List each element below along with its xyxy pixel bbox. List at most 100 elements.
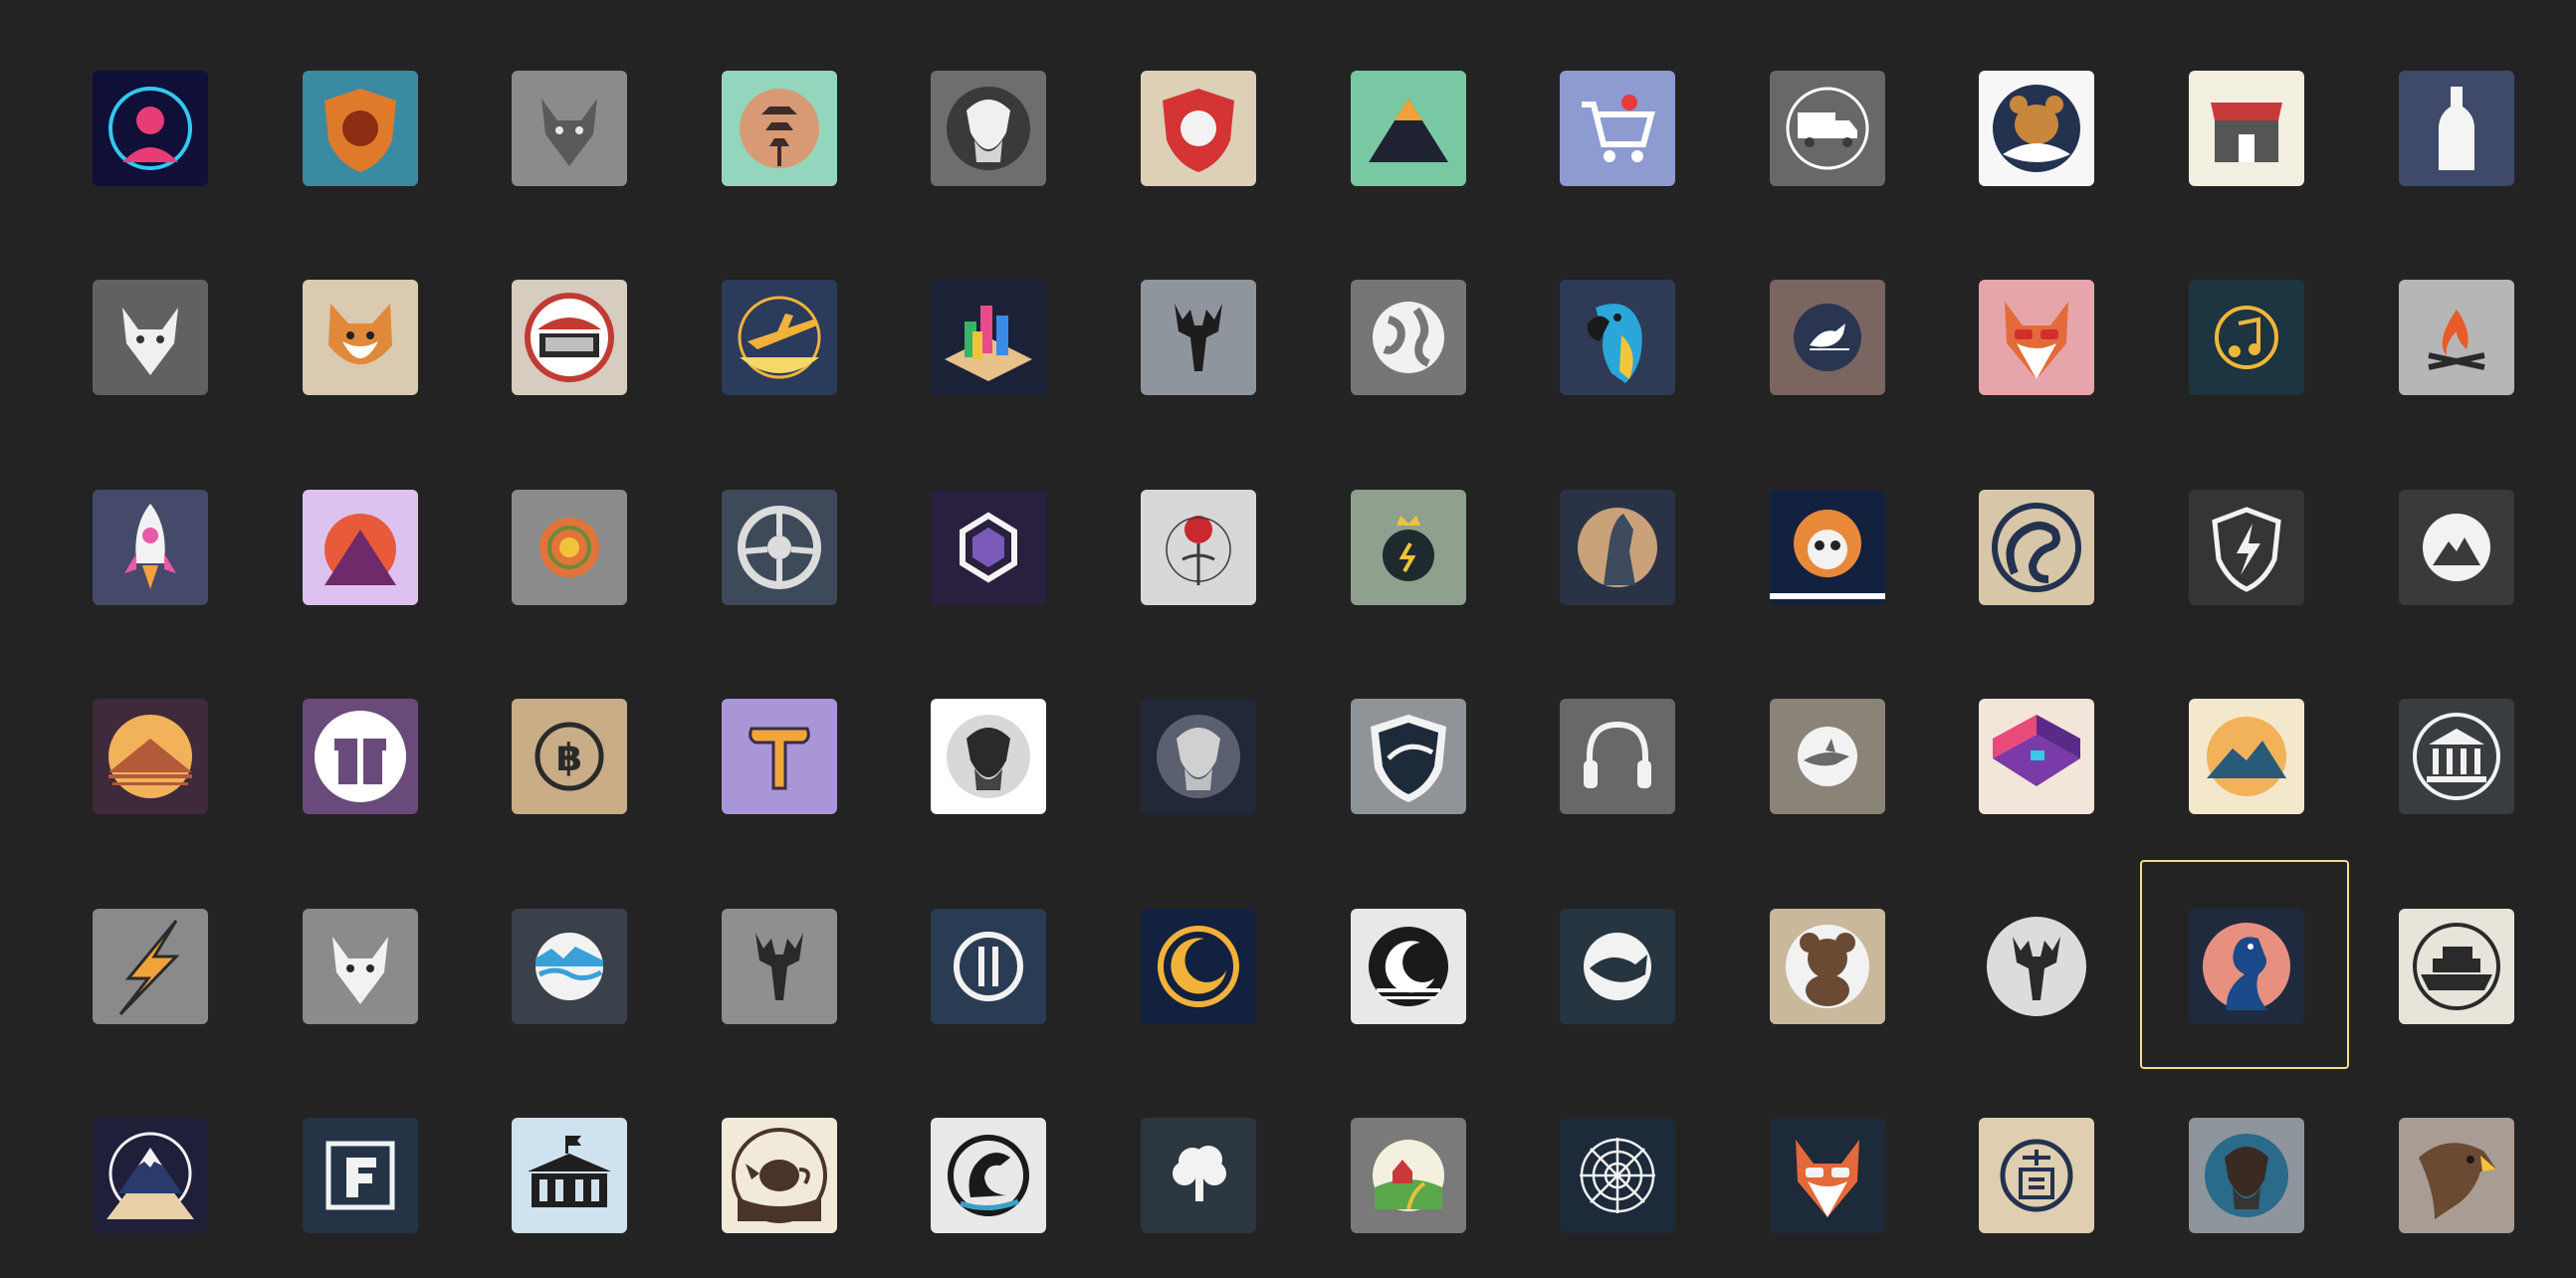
serpent-icon[interactable]: [1979, 490, 2094, 605]
gallery-cell[interactable]: [673, 231, 882, 440]
fox-mask-icon[interactable]: [93, 280, 208, 395]
sun-disc-icon[interactable]: [512, 490, 627, 605]
bottle-icon[interactable]: [2399, 71, 2514, 186]
gallery-cell[interactable]: [1930, 441, 2139, 650]
gallery-cell[interactable]: [1511, 650, 1720, 859]
bear-icon[interactable]: [1979, 71, 2094, 186]
mountain-sun-icon[interactable]: [2189, 699, 2304, 814]
truck-icon[interactable]: [1770, 71, 1885, 186]
gallery-cell[interactable]: [1721, 441, 1930, 650]
pause-circle-icon[interactable]: [931, 909, 1046, 1024]
gallery-cell[interactable]: [882, 650, 1091, 859]
gallery-cell[interactable]: [1721, 1069, 1930, 1278]
desert-sunset-icon[interactable]: [93, 699, 208, 814]
neon-portrait-icon[interactable]: [93, 71, 208, 186]
peacock-icon[interactable]: [2189, 909, 2304, 1024]
gallery-cell[interactable]: [1721, 650, 1930, 859]
gallery-cell[interactable]: [1302, 231, 1511, 440]
gallery-cell[interactable]: [882, 22, 1091, 231]
gallery-cell[interactable]: [44, 441, 253, 650]
gallery-cell[interactable]: [44, 860, 253, 1069]
gallery-cell[interactable]: [1511, 22, 1720, 231]
gallery-cell[interactable]: [254, 1069, 463, 1278]
gallery-cell[interactable]: [2140, 22, 2349, 231]
gallery-cell[interactable]: [673, 22, 882, 231]
waves-badge-icon[interactable]: [512, 909, 627, 1024]
gallery-cell[interactable]: [1511, 231, 1720, 440]
gallery-cell[interactable]: [1511, 860, 1720, 1069]
crest-shield-icon[interactable]: [1351, 699, 1466, 814]
gallery-cell[interactable]: [1302, 650, 1511, 859]
gallery-cell[interactable]: [254, 650, 463, 859]
gallery-cell[interactable]: [673, 650, 882, 859]
cruise-ship-icon[interactable]: [2399, 909, 2514, 1024]
gallery-cell[interactable]: [1511, 1069, 1720, 1278]
whale-icon[interactable]: [1560, 909, 1675, 1024]
dragon-icon[interactable]: [931, 1118, 1046, 1233]
gallery-cell[interactable]: [2350, 231, 2559, 440]
gallery-cell[interactable]: [2350, 441, 2559, 650]
gallery-cell[interactable]: [463, 860, 672, 1069]
gallery-cell[interactable]: [882, 231, 1091, 440]
gallery-cell[interactable]: [882, 1069, 1091, 1278]
rose-icon[interactable]: [1141, 490, 1256, 605]
gallery-cell[interactable]: [1092, 860, 1301, 1069]
steering-wheel-icon[interactable]: [722, 490, 837, 605]
wolf-outline-icon[interactable]: [303, 909, 418, 1024]
lightning-bolt-icon[interactable]: [93, 909, 208, 1024]
campfire-icon[interactable]: [2399, 280, 2514, 395]
crescent-ring-icon[interactable]: [1141, 909, 1256, 1024]
gallery-cell[interactable]: [44, 1069, 253, 1278]
gallery-cell[interactable]: [882, 441, 1091, 650]
shark-badge-icon[interactable]: [1770, 699, 1885, 814]
gift-icon[interactable]: [303, 699, 418, 814]
knight-bust-icon[interactable]: [1141, 699, 1256, 814]
bearded-warrior-icon[interactable]: [2189, 1118, 2304, 1233]
gallery-cell[interactable]: [1721, 231, 1930, 440]
gallery-cell[interactable]: [673, 1069, 882, 1278]
crown-coin-icon[interactable]: [1351, 490, 1466, 605]
gallery-cell[interactable]: [673, 860, 882, 1069]
gallery-cell[interactable]: [2140, 1069, 2349, 1278]
airplane-icon[interactable]: [722, 280, 837, 395]
gallery-cell[interactable]: [254, 231, 463, 440]
kanji-seal-icon[interactable]: [1979, 1118, 2094, 1233]
fox-sunglasses-icon[interactable]: [1979, 280, 2094, 395]
gallery-cell[interactable]: [1930, 650, 2139, 859]
gallery-cell[interactable]: [1092, 231, 1301, 440]
isometric-city-icon[interactable]: [931, 280, 1046, 395]
gallery-cell[interactable]: [1721, 860, 1930, 1069]
eagle-head-icon[interactable]: [2399, 1118, 2514, 1233]
gallery-cell[interactable]: [254, 22, 463, 231]
gallery-cell[interactable]: [1930, 860, 2139, 1069]
stag-head-icon[interactable]: [722, 909, 837, 1024]
isometric-room-icon[interactable]: [1979, 699, 2094, 814]
museum-building-icon[interactable]: [512, 1118, 627, 1233]
stadium-icon[interactable]: [512, 280, 627, 395]
gallery-cell[interactable]: [1302, 860, 1511, 1069]
tree-icon[interactable]: [1141, 1118, 1256, 1233]
sunset-peak-icon[interactable]: [303, 490, 418, 605]
gallery-cell[interactable]: [1092, 22, 1301, 231]
gallery-cell[interactable]: [463, 1069, 672, 1278]
gallery-cell[interactable]: [1302, 1069, 1511, 1278]
teapot-icon[interactable]: [722, 1118, 837, 1233]
gallery-cell[interactable]: [2140, 231, 2349, 440]
globe-icon[interactable]: [1351, 280, 1466, 395]
shield-bolt-icon[interactable]: [2189, 490, 2304, 605]
gallery-cell[interactable]: [2140, 441, 2349, 650]
gallery-cell[interactable]: [1092, 650, 1301, 859]
hexagon-icon[interactable]: [931, 490, 1046, 605]
parrot-icon[interactable]: [1560, 280, 1675, 395]
moose-head-icon[interactable]: [1141, 280, 1256, 395]
gallery-cell[interactable]: [44, 650, 253, 859]
gallery-cell[interactable]: [463, 22, 672, 231]
shopping-cart-icon[interactable]: [1560, 71, 1675, 186]
wolf-head-icon[interactable]: [512, 71, 627, 186]
gallery-cell[interactable]: [1092, 441, 1301, 650]
gallery-cell[interactable]: [1721, 22, 1930, 231]
panda-badge-icon[interactable]: [1770, 490, 1885, 605]
spider-web-icon[interactable]: [1560, 1118, 1675, 1233]
night-moon-icon[interactable]: [1351, 909, 1466, 1024]
viking-head-icon[interactable]: [931, 71, 1046, 186]
